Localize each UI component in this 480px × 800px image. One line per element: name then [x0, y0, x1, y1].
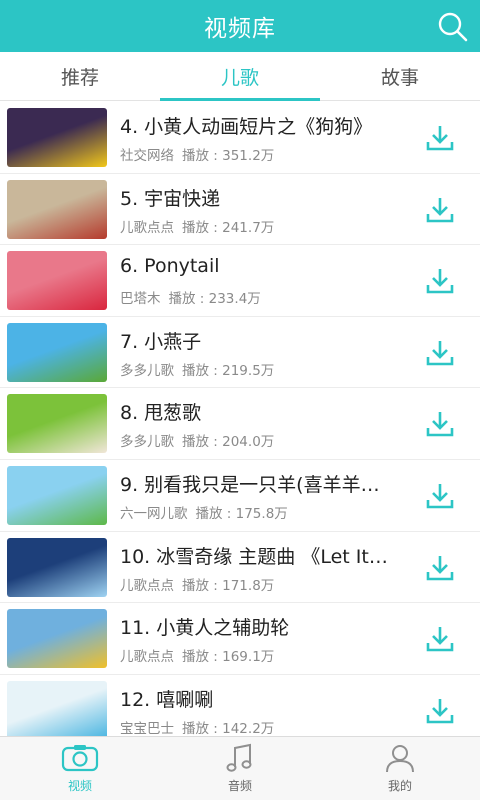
user-icon — [386, 745, 414, 773]
music-note-icon — [226, 743, 252, 772]
video-thumbnail[interactable] — [7, 394, 107, 454]
video-row[interactable]: 7. 小燕子多多儿歌 播放 : 219.5万 — [0, 317, 480, 389]
video-list: 4. 小黄人动画短片之《狗狗》 社交网络 播放 : 351.2万 5. 宇宙快递 儿歌点… — [0, 102, 480, 736]
video-title[interactable]: 10. 冰雪奇缘 主题曲 《Let It G… — [120, 542, 388, 569]
tab-stories[interactable]: 故事 — [320, 52, 480, 100]
video-meta: 多多儿歌 播放 : 219.5万 — [120, 359, 274, 379]
video-title[interactable]: 6. Ponytail — [120, 255, 388, 277]
page-title: 视频库 — [204, 16, 276, 42]
video-play-count: 播放 : 171.8万 — [182, 577, 275, 594]
video-meta: 宝宝巴士 播放 : 142.2万 — [120, 717, 274, 736]
video-source: 多多儿歌 — [120, 362, 174, 379]
video-source: 儿歌点点 — [120, 219, 174, 236]
video-play-count: 播放 : 142.2万 — [182, 720, 275, 736]
video-thumbnail[interactable] — [7, 322, 107, 382]
download-icon[interactable] — [426, 697, 454, 725]
video-title[interactable]: 4. 小黄人动画短片之《狗狗》 — [120, 112, 388, 139]
video-title[interactable]: 5. 宇宙快递 — [120, 184, 388, 211]
tab-children-songs[interactable]: 儿歌 — [160, 52, 320, 101]
video-row[interactable]: 6. Ponytail 巴塔木 播放 : 233.4万 — [0, 245, 480, 317]
video-title[interactable]: 9. 别看我只是一只羊(喜羊羊… — [120, 470, 388, 497]
video-meta: 社交网络 播放 : 351.2万 — [120, 144, 274, 164]
camera-icon — [61, 745, 99, 772]
download-icon[interactable] — [426, 196, 454, 224]
video-row[interactable]: 5. 宇宙快递儿歌点点 播放 : 241.7万 — [0, 174, 480, 246]
video-title[interactable]: 8. 甩葱歌 — [120, 398, 388, 425]
search-icon[interactable] — [436, 10, 470, 44]
video-play-count: 播放 : 169.1万 — [182, 649, 275, 666]
video-thumbnail[interactable] — [7, 465, 107, 525]
bottom-nav: 视频 音频 我的 — [0, 736, 480, 800]
download-icon[interactable] — [426, 410, 454, 438]
nav-video[interactable]: 视频 — [0, 737, 160, 800]
video-play-count: 播放 : 233.4万 — [168, 291, 261, 308]
video-thumbnail[interactable] — [7, 251, 107, 311]
video-title[interactable]: 12. 嘻唰唰 — [120, 685, 388, 712]
tab-recommend[interactable]: 推荐 — [0, 52, 160, 100]
video-meta: 儿歌点点 播放 : 171.8万 — [120, 574, 274, 594]
nav-profile[interactable]: 我的 — [320, 737, 480, 800]
download-icon[interactable] — [426, 482, 454, 510]
nav-audio-label: 音频 — [227, 779, 252, 793]
video-play-count: 播放 : 175.8万 — [195, 505, 288, 522]
video-meta: 六一网儿歌 播放 : 175.8万 — [120, 502, 288, 522]
video-row[interactable]: 11. 小黄人之辅助轮儿歌点点 播放 : 169.1万 — [0, 603, 480, 675]
nav-video-label: 视频 — [67, 779, 92, 793]
video-thumbnail[interactable] — [7, 179, 107, 239]
video-row[interactable]: 9. 别看我只是一只羊(喜羊羊… 六一网儿歌 播放 : 175.8万 — [0, 460, 480, 532]
download-icon[interactable] — [426, 625, 454, 653]
download-icon[interactable] — [426, 124, 454, 152]
video-row[interactable]: 10. 冰雪奇缘 主题曲 《Let It G… 儿歌点点 播放 : 171.8万 — [0, 532, 480, 604]
video-source: 六一网儿歌 — [120, 505, 188, 522]
download-icon[interactable] — [426, 339, 454, 367]
video-play-count: 播放 : 219.5万 — [182, 362, 275, 379]
download-icon[interactable] — [426, 267, 454, 295]
video-thumbnail[interactable] — [7, 108, 107, 167]
video-source: 社交网络 — [120, 148, 174, 164]
video-row[interactable]: 12. 嘻唰唰宝宝巴士 播放 : 142.2万 — [0, 675, 480, 736]
video-source: 宝宝巴士 — [120, 720, 174, 736]
video-title[interactable]: 11. 小黄人之辅助轮 — [120, 613, 388, 640]
video-meta: 多多儿歌 播放 : 204.0万 — [120, 430, 274, 450]
video-source: 多多儿歌 — [120, 434, 174, 451]
video-play-count: 播放 : 204.0万 — [182, 434, 275, 451]
video-thumbnail[interactable] — [7, 609, 107, 669]
video-meta: 儿歌点点 播放 : 169.1万 — [120, 645, 274, 665]
video-play-count: 播放 : 351.2万 — [182, 148, 275, 164]
top-bar: 视频库 — [0, 0, 480, 52]
download-icon[interactable] — [426, 554, 454, 582]
video-meta: 儿歌点点 播放 : 241.7万 — [120, 216, 274, 236]
video-thumbnail[interactable] — [7, 537, 107, 597]
nav-audio[interactable]: 音频 — [160, 737, 320, 800]
video-play-count: 播放 : 241.7万 — [182, 219, 275, 236]
video-source: 儿歌点点 — [120, 649, 174, 666]
video-thumbnail[interactable] — [7, 680, 107, 736]
video-source: 儿歌点点 — [120, 577, 174, 594]
nav-profile-label: 我的 — [387, 779, 412, 793]
category-tabs: 推荐 儿歌 故事 — [0, 52, 480, 101]
video-row[interactable]: 4. 小黄人动画短片之《狗狗》社交网络 播放 : 351.2万 — [0, 102, 480, 174]
video-title[interactable]: 7. 小燕子 — [120, 327, 388, 354]
video-row[interactable]: 8. 甩葱歌多多儿歌 播放 : 204.0万 — [0, 388, 480, 460]
video-source: 巴塔木 — [120, 291, 161, 308]
video-meta: 巴塔木 播放 : 233.4万 — [120, 287, 261, 307]
